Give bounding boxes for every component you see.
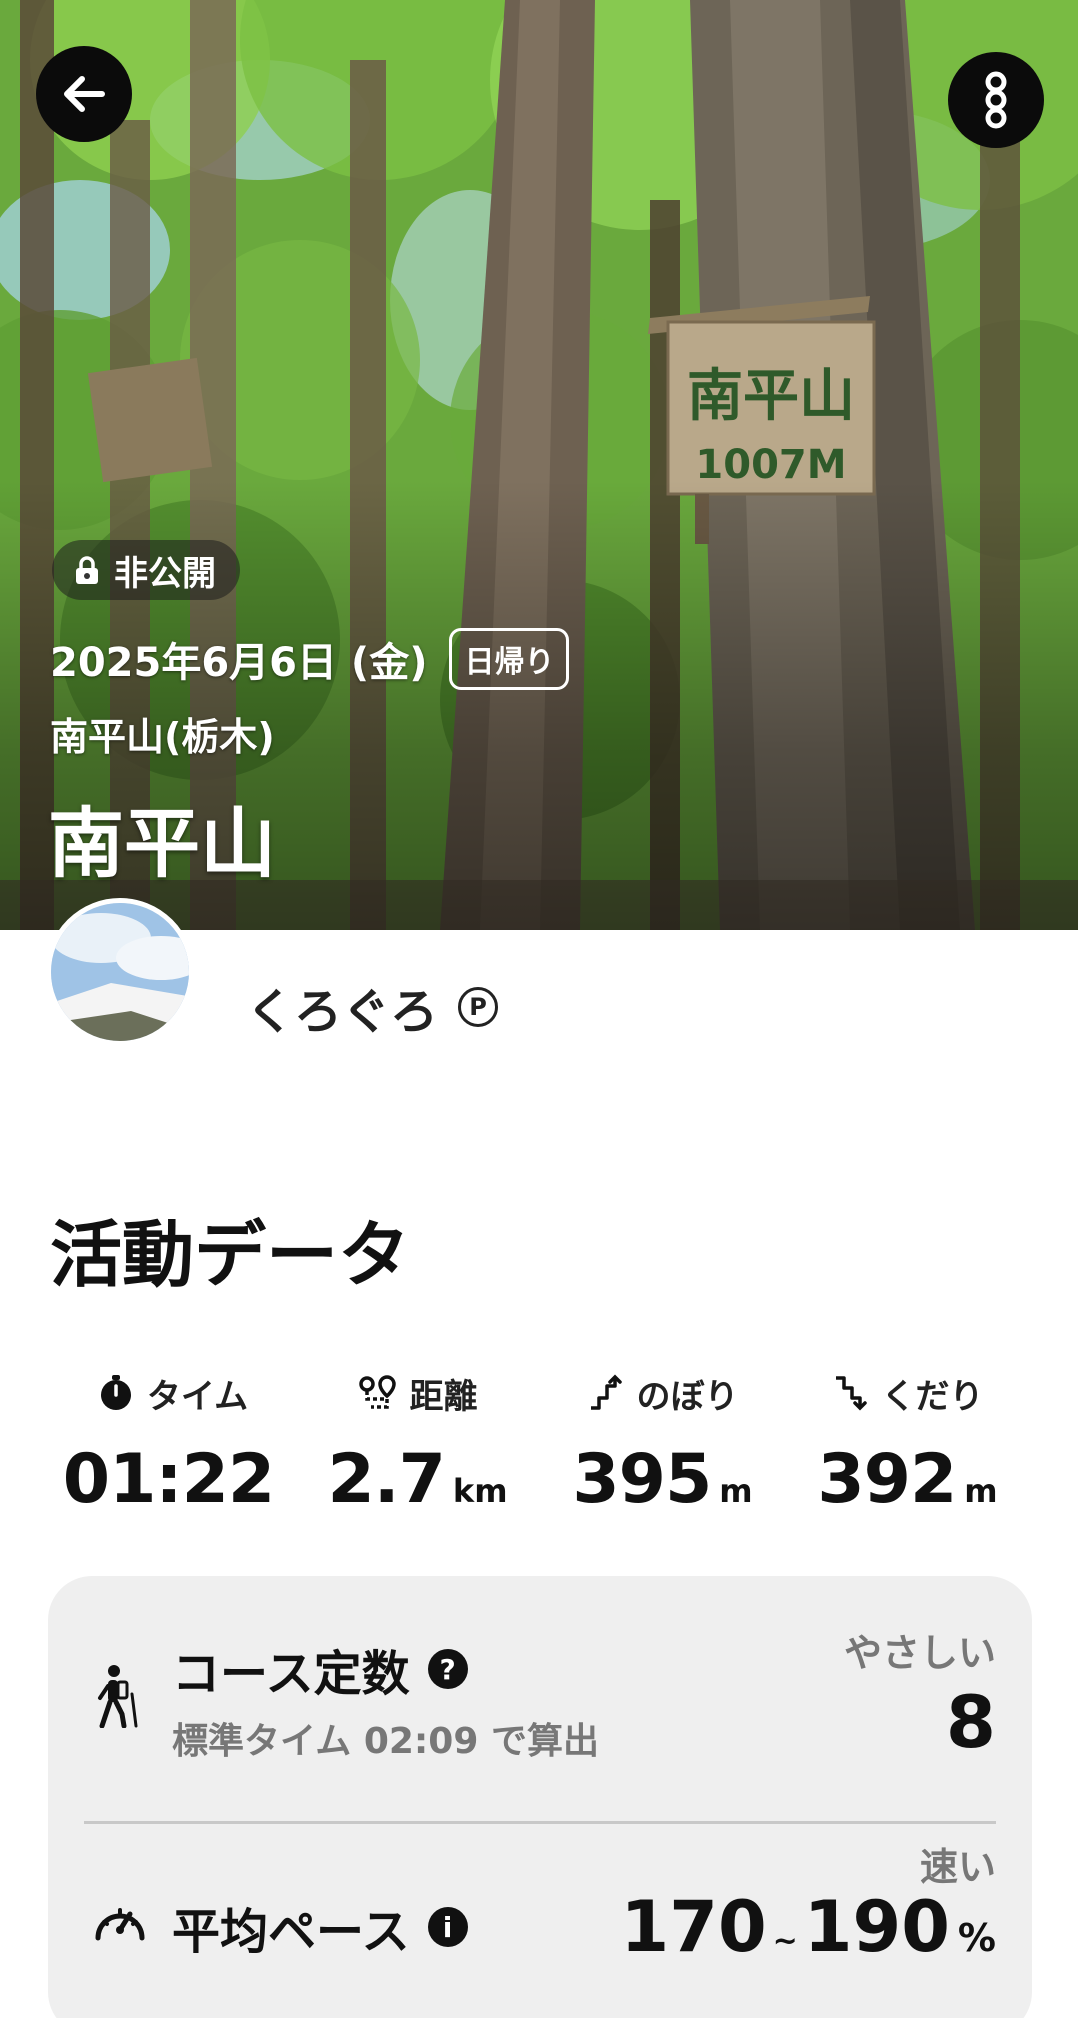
user-name: くろぐろ <box>246 984 439 1040</box>
speedometer-icon <box>95 1908 145 1941</box>
course-constant-row: コース定数 ? 標準タイム 02:09 で算出 やさしい 8 <box>48 1631 1032 1774</box>
average-pace-level: 速い <box>919 1845 996 1889</box>
back-button[interactable] <box>36 46 132 142</box>
lock-icon <box>76 556 98 584</box>
timer-icon <box>100 1375 131 1410</box>
card-divider <box>84 1821 996 1824</box>
stat-unit: m <box>964 1472 998 1510</box>
help-icon[interactable]: ? <box>427 1649 468 1689</box>
section-title-activity: 活動データ <box>50 1213 411 1297</box>
stat-label: タイム <box>146 1376 249 1417</box>
arrow-left-icon <box>64 76 105 112</box>
pace-separator: ~ <box>772 1924 798 1959</box>
stat-value: 395 <box>572 1440 712 1519</box>
distance-icon <box>358 1375 396 1409</box>
sign-name: 南平山 <box>687 364 855 429</box>
premium-badge-icon: P <box>458 987 499 1027</box>
stat-unit: m <box>719 1472 753 1510</box>
stat-distance: 距離 2.7 km <box>295 1368 540 1519</box>
stat-value: 2.7 <box>327 1440 445 1519</box>
course-constant-level: やさしい <box>843 1631 996 1675</box>
stat-ascent: のぼり 395 m <box>540 1368 785 1519</box>
metrics-card: コース定数 ? 標準タイム 02:09 で算出 やさしい 8 平均ペース i 速… <box>48 1576 1032 2018</box>
activity-stats: タイム 01:22 距離 2.7 km のぼり 395 m くだり 392 m <box>50 1368 1030 1519</box>
ascent-icon <box>590 1374 622 1410</box>
privacy-badge: 非公開 <box>52 540 240 600</box>
stat-unit: km <box>452 1472 508 1510</box>
stat-value: 01:22 <box>62 1440 275 1519</box>
pace-low-value: 170 <box>620 1886 767 1968</box>
stat-label: くだり <box>881 1376 984 1417</box>
date-row: 2025年6月6日 (金) 日帰り <box>50 628 570 690</box>
mountain-region[interactable]: 南平山(栃木) <box>50 706 275 761</box>
course-constant-value: 8 <box>945 1680 996 1764</box>
avatar-image <box>51 903 189 1041</box>
stat-descent: くだり 392 m <box>785 1368 1030 1519</box>
stat-label: のぼり <box>636 1376 739 1417</box>
pace-high-value: 190 <box>803 1886 950 1968</box>
page-title: 南平山 <box>48 799 276 888</box>
stat-label: 距離 <box>409 1376 478 1417</box>
user-name-row[interactable]: くろぐろ P <box>246 972 499 1042</box>
stat-value: 392 <box>817 1440 957 1519</box>
privacy-label: 非公開 <box>114 553 216 594</box>
pace-unit: % <box>957 1916 996 1960</box>
activity-date: 2025年6月6日 (金) <box>50 640 428 686</box>
hiker-icon <box>98 1665 138 1728</box>
avatar[interactable] <box>46 898 194 1046</box>
more-options-button[interactable] <box>948 52 1044 148</box>
descent-icon <box>835 1376 867 1411</box>
trip-type-tag: 日帰り <box>449 628 570 690</box>
info-icon[interactable]: i <box>427 1907 468 1947</box>
course-constant-title: コース定数 <box>172 1646 410 1702</box>
stat-time: タイム 01:22 <box>50 1368 295 1519</box>
average-pace-row: 平均ペース i 速い 170 ~ 190 % <box>48 1842 1032 1992</box>
course-constant-subtitle: 標準タイム 02:09 で算出 <box>172 1721 599 1762</box>
average-pace-title: 平均ペース <box>172 1904 410 1960</box>
more-vertical-icon <box>985 71 1007 129</box>
